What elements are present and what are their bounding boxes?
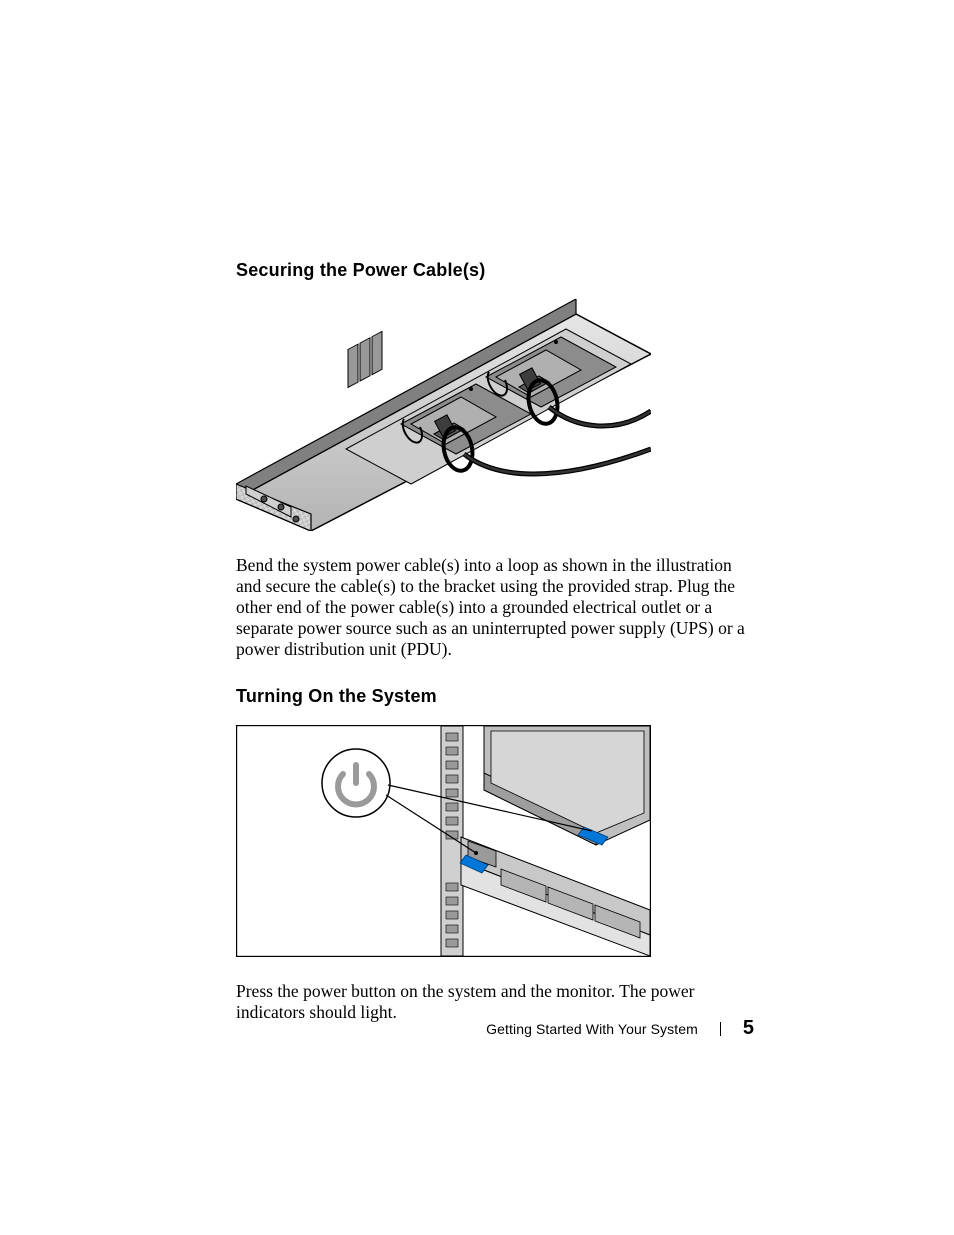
heading-turning-on-system: Turning On the System — [236, 686, 754, 707]
power-cable-illustration — [236, 299, 651, 531]
figure-power-cable — [236, 299, 754, 531]
paragraph-securing-power-cables: Bend the system power cable(s) into a lo… — [236, 555, 754, 660]
figure-power-on — [236, 725, 754, 957]
footer-separator — [720, 1022, 721, 1036]
page-footer: Getting Started With Your System 5 — [486, 1017, 754, 1040]
footer-section-title: Getting Started With Your System — [486, 1021, 698, 1037]
page: Securing the Power Cable(s) — [0, 0, 954, 1235]
power-on-illustration — [236, 725, 651, 957]
footer-page-number: 5 — [743, 1017, 754, 1040]
heading-securing-power-cables: Securing the Power Cable(s) — [236, 260, 754, 281]
